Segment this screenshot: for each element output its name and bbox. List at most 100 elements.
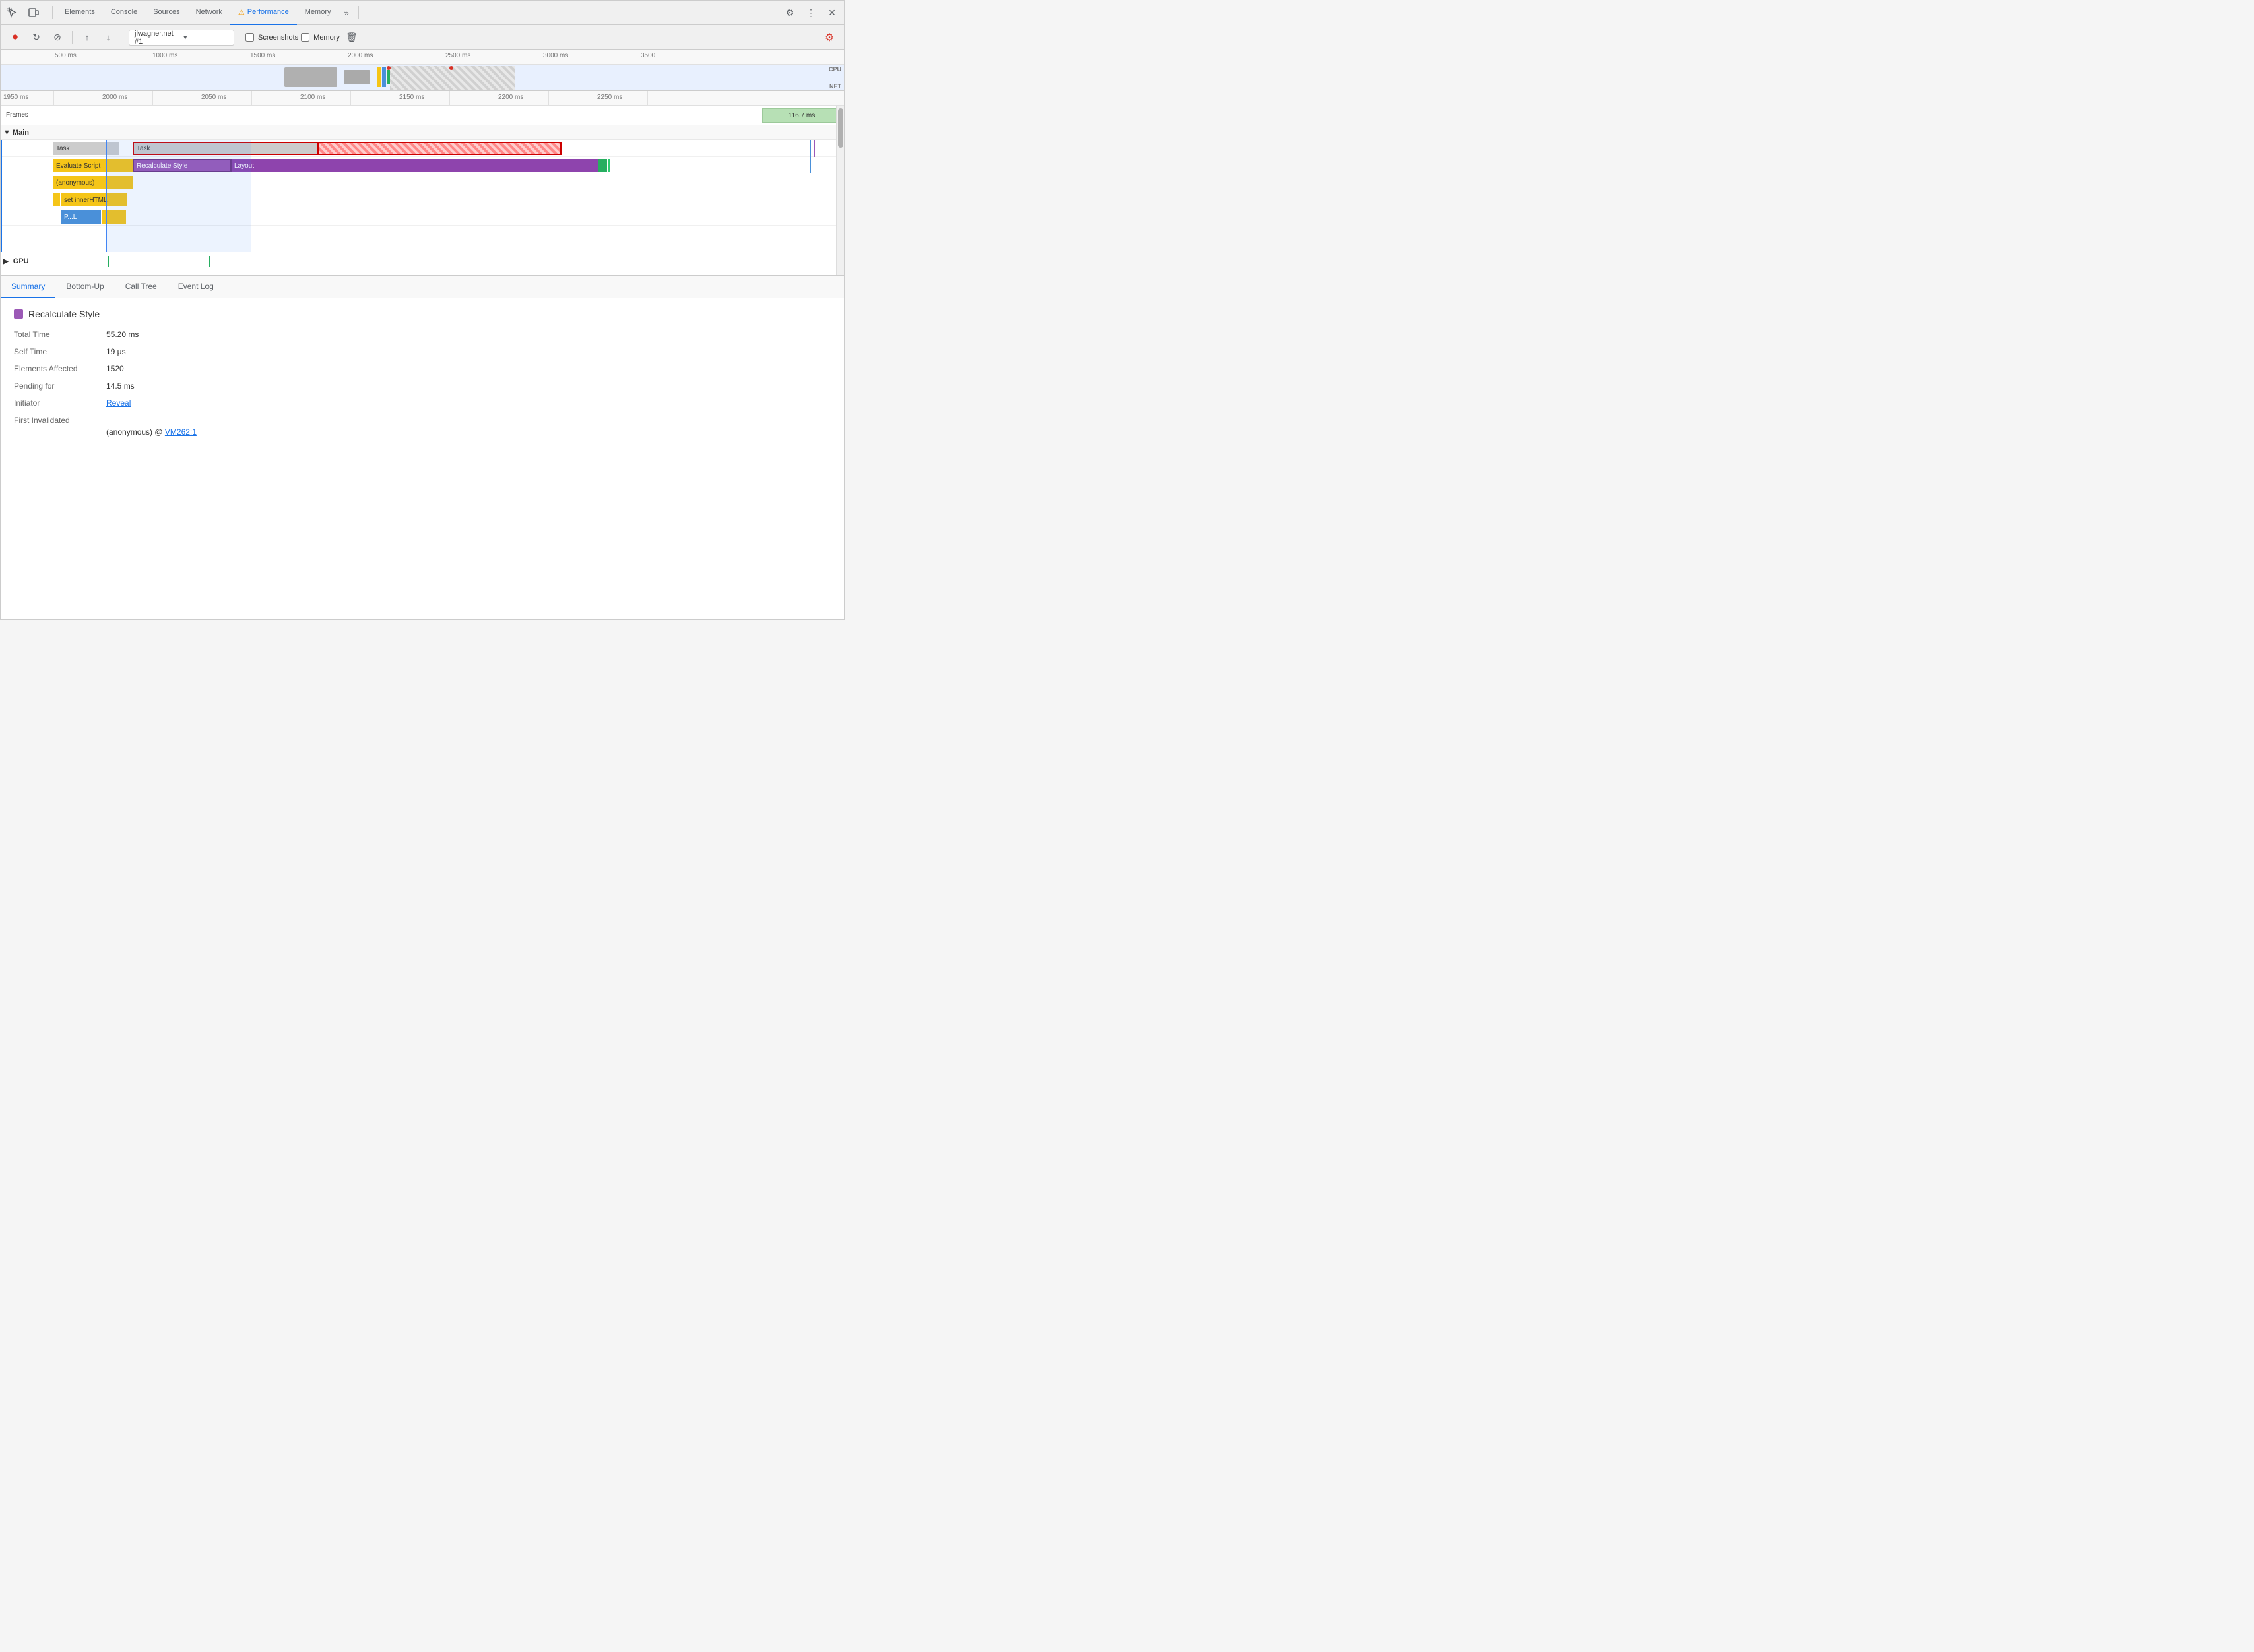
pl-block[interactable]: P...L [61,210,101,224]
close-icon[interactable]: ✕ [823,3,841,22]
ruler-vline-6 [647,91,648,105]
ruler-vline-1 [152,91,153,105]
upload-button[interactable]: ↑ [78,28,96,47]
screenshots-checkbox[interactable] [245,33,254,42]
tab-bar-right: ⚙ ⋮ ✕ [781,3,841,22]
clear-recordings-button[interactable]: 🗑 [342,28,361,47]
summary-row-first-invalidated: First Invalidated [14,416,831,425]
clear-button[interactable]: ⊘ [48,28,67,47]
timeline-scrollbar[interactable] [836,106,844,275]
self-time-value: 19 μs [106,347,126,356]
summary-content: Recalculate Style Total Time 55.20 ms Se… [1,298,844,620]
timeline-main: 1950 ms 2000 ms 2050 ms 2100 ms 2150 ms … [1,91,844,276]
toolbar-divider-1 [72,31,73,44]
frame-block: 116.7 ms [762,108,841,123]
first-invalidated-key: First Invalidated [14,416,106,425]
tab-divider-2 [358,6,359,19]
tab-performance[interactable]: ⚠ Performance [230,1,297,25]
more-options-icon[interactable]: ⋮ [802,3,820,22]
long-task-hatched [317,142,562,155]
settings-icon[interactable]: ⚙ [781,3,799,22]
reload-button[interactable]: ↻ [27,28,46,47]
pending-for-value: 14.5 ms [106,381,135,391]
ruler-vline-3 [350,91,351,105]
download-button[interactable]: ↓ [99,28,117,47]
initiator-link[interactable]: Reveal [106,398,131,408]
detail-label-2150: 2150 ms [399,94,424,101]
cursor-icon[interactable] [3,3,22,22]
layout-block[interactable]: Layout [232,159,601,172]
playhead [1,140,2,252]
detail-label-2200: 2200 ms [498,94,523,101]
tab-bar-icons [3,3,43,22]
elements-affected-value: 1520 [106,364,124,373]
gpu-dot-2 [209,256,210,267]
gpu-label[interactable]: ▶ GPU [1,257,53,265]
gear-settings-button[interactable]: ⚙ [820,28,839,47]
ruler-vline-4 [449,91,450,105]
cpu-spike-blue [382,67,386,87]
cpu-spike-1 [284,67,337,87]
summary-row-initiator: Initiator Reveal [14,398,831,408]
cpu-spike-yellow [377,67,381,87]
summary-title: Recalculate Style [14,309,831,319]
tab-memory[interactable]: Memory [297,1,339,25]
at-separator: @ [154,428,165,437]
layout-end-green [598,159,607,172]
url-select-arrow-icon: ▾ [183,33,228,42]
summary-row-total-time: Total Time 55.20 ms [14,330,831,339]
cpu-spike-2 [344,70,370,84]
overview-ruler-label-3500: 3500 [641,52,655,59]
record-button[interactable]: ⏺ [6,28,24,47]
screenshots-checkbox-group[interactable]: Screenshots [245,33,298,42]
mini-yellow-1 [53,193,60,206]
toolbar-row: ⏺ ↻ ⊘ ↑ ↓ jlwagner.net #1 ▾ Screenshots … [1,25,844,50]
ruler-vline-2 [251,91,252,105]
pending-for-key: Pending for [14,381,106,391]
tab-summary[interactable]: Summary [1,276,55,298]
url-select[interactable]: jlwagner.net #1 ▾ [129,30,234,46]
detail-label-1950: 1950 ms [3,94,28,101]
tab-elements[interactable]: Elements [57,1,103,25]
self-time-key: Self Time [14,347,106,356]
warning-icon: ⚠ [238,8,245,16]
summary-row-pending-for: Pending for 14.5 ms [14,381,831,391]
cpu-label: CPU [829,66,841,73]
overview-ruler-label-2000: 2000 ms [348,52,373,59]
overview-ruler-label-2500: 2500 ms [445,52,470,59]
detail-label-2000: 2000 ms [102,94,127,101]
tab-console[interactable]: Console [103,1,145,25]
memory-checkbox-group[interactable]: Memory [301,33,340,42]
right-indicator-blue [810,140,811,173]
frames-content: 116.7 ms [53,106,844,125]
total-time-value: 55.20 ms [106,330,139,339]
detail-label-2100: 2100 ms [300,94,325,101]
tab-more-button[interactable]: » [339,1,354,25]
summary-color-swatch [14,309,23,319]
main-tracks: Task Task Evaluate Script Recalculate St… [1,140,844,252]
long-task-marker-2 [449,66,453,70]
overview-ruler-label-1000: 1000 ms [152,52,177,59]
bottom-tabs: Summary Bottom-Up Call Tree Event Log [1,276,844,298]
memory-checkbox[interactable] [301,33,309,42]
detail-ruler: 1950 ms 2000 ms 2050 ms 2100 ms 2150 ms … [1,91,844,106]
gpu-triangle-icon: ▶ [3,258,9,265]
device-icon[interactable] [24,3,43,22]
scrollbar-thumb[interactable] [838,108,843,148]
timeline-overview[interactable]: 500 ms 1000 ms 1500 ms 2000 ms 2500 ms 3… [1,50,844,91]
initiator-key: Initiator [14,398,106,408]
total-time-key: Total Time [14,330,106,339]
tab-network[interactable]: Network [188,1,230,25]
tab-call-tree[interactable]: Call Tree [115,276,168,298]
frames-label: Frames [1,111,53,119]
selection-overlay [106,140,251,252]
tab-event-log[interactable]: Event Log [168,276,224,298]
overview-ruler-label-3000: 3000 ms [543,52,568,59]
tab-bottom-up[interactable]: Bottom-Up [55,276,114,298]
vm262-link[interactable]: VM262:1 [165,428,197,437]
tab-sources[interactable]: Sources [145,1,187,25]
gpu-dot-1 [108,256,109,267]
right-indicator-purple [814,140,815,157]
overview-ruler-label-1500: 1500 ms [250,52,275,59]
main-section-header[interactable]: ▼ Main [1,125,844,140]
